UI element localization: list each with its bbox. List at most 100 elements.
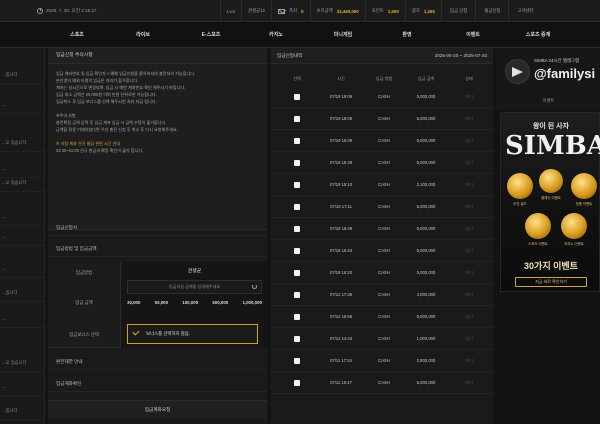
sidebar-item[interactable]: ...입니다 [0,402,44,420]
row-amount: 4,000,000 [416,292,436,297]
notice-highlight-detail: 23:30~01:00 선규 발급과 확정 확인이 불가 합니다. [56,148,144,153]
row-status: 대기 [465,94,473,99]
row-time: 07/18 16:49 [329,226,353,231]
amount-1000000-button[interactable]: 1,000,000 [242,300,262,305]
sidebar-item[interactable]: ...오 있습니다 [0,174,44,192]
clock: 2025. 7. 20. 오전 2:15:27 [37,7,97,14]
coin-label: 도전 골드 [513,202,527,206]
nav-sports-stream[interactable]: 스포츠 중계 [526,22,550,48]
sidebar-item[interactable]: ...입니다 [0,66,44,84]
row-method: CASH [378,314,390,319]
row-checkbox[interactable] [294,116,300,122]
table-row: 07/18 16:49 CASH 5,000,000 대기 [271,218,493,240]
nav-esports[interactable]: E-스포츠 [202,22,221,48]
notice-line: 금액을 잘못 기재하셨다면 우선 충전 신청 후 취소 후 다시 요청해주세요. [56,127,178,132]
deposit-button[interactable]: 입금 신청 [440,0,475,22]
telegram-banner[interactable]: SIMBA 24시간 텔레그램 @familysi 이벤트 [497,48,600,110]
event-label[interactable]: 이벤트 [497,98,600,104]
section-deposit: 입금신청서 [48,220,267,236]
sidebar-item[interactable]: ... [0,96,44,114]
notice-line: ※주의 사항 [56,113,76,118]
row-checkbox[interactable] [294,160,300,166]
row-checkbox[interactable] [294,314,300,320]
nav-live[interactable]: 라이브 [136,22,150,48]
row-checkbox[interactable] [294,226,300,232]
sidebar-item[interactable]: ...오 있습니다 [0,354,44,372]
history-header: 입금신청내역 2025-06-20 ~ 2025-07-20 [271,48,493,64]
table-row: 07/11 16:47 CASH 5,000,000 대기 [271,372,493,394]
sidebar-item[interactable]: ... [0,310,44,328]
row-checkbox[interactable] [294,336,300,342]
col-method: 입금 방법 [375,76,393,81]
username[interactable]: 관생균12 [248,8,265,14]
row-status: 대기 [465,314,473,319]
user-status: Lv.8 관생균12 쪽지 0 보유금액 23,450,000 포인트 1,00… [220,0,542,22]
history-range[interactable]: 2025-06-20 ~ 2025-07-20 [435,48,487,63]
section-guide[interactable]: 환전제한 안내 [48,354,267,370]
point-value: 1,000 [387,8,399,14]
amount-500000-button[interactable]: 500,000 [212,300,228,305]
sidebar-item[interactable]: ...입니다 [0,284,44,302]
amount-50000-button[interactable]: 50,000 [155,300,168,305]
promo-check-button[interactable]: 지금 바로 확인하기 [515,277,587,287]
row-amount: 5,000,000 [416,226,436,231]
username-seg[interactable]: 관생균12 [240,0,271,22]
sidebar-item[interactable]: ... [0,378,44,396]
row-checkbox[interactable] [294,380,300,386]
simba-promo-banner[interactable]: 왕이 된 사자 SIMBA 도전 골드 클래식 이벤트 첫충 이벤트 스포츠 이… [500,112,600,292]
sidebar-item[interactable]: ... [0,208,44,226]
sidebar-item[interactable]: ... [0,260,44,278]
section-confirm[interactable]: 입금계좌확인 [48,376,267,392]
point-label: 포인트 [371,8,384,13]
notice-highlight: ※ 자정 계좌 선규 발급 관련 시간 안내 [56,141,121,146]
row-checkbox[interactable] [294,358,300,364]
bonus-option[interactable]: 보너스를 선택하지 않음. [127,324,258,344]
request-account-button[interactable]: 입금계좌요청 [48,400,267,418]
nav-casino[interactable]: 카지노 [269,22,283,48]
col-time: 시간 [337,76,345,81]
support-button[interactable]: 고객센터 [508,0,541,22]
history-column-header: 선택 시간 입금 방법 입금 금액 상태 [271,72,493,86]
row-time: 07/12 16:56 [329,314,353,319]
notice-line: 입금 최소 금액은 20,000원 이며 만원 단위로만 가능합니다. [56,92,157,97]
table-row: 07/12 14:43 CASH 1,000,000 대기 [271,328,493,350]
row-method: CASH [378,336,390,341]
row-checkbox[interactable] [294,94,300,100]
sidebar-item[interactable]: ... [0,228,44,246]
table-row: 07/19 16:09 CASH 5,000,000 대기 [271,130,493,152]
table-row: 07/18 16:20 CASH 5,000,000 대기 [271,262,493,284]
level-badge: Lv.8 [220,0,241,22]
row-status: 대기 [465,182,473,187]
reset-icon[interactable] [252,284,257,289]
row-amount: 5,000,000 [416,314,436,319]
row-checkbox[interactable] [294,138,300,144]
row-checkbox[interactable] [294,182,300,188]
row-checkbox[interactable] [294,292,300,298]
sidebar-item[interactable]: ...오 있습니다 [0,134,44,152]
row-status: 대기 [465,116,473,121]
top-bar: 2025. 7. 20. 오전 2:15:27 Lv.8 관생균12 쪽지 0 … [0,0,600,22]
notice-title: 입금신청 주의사항 [48,48,267,64]
row-status: 대기 [465,160,473,165]
messages[interactable]: 쪽지 0 [271,0,310,22]
withdraw-button[interactable]: 출금신청 [475,0,508,22]
row-amount: 2,800,000 [416,358,436,363]
amount-input[interactable]: 입금하실 금액을 입력해주세요 [127,280,262,294]
row-checkbox[interactable] [294,204,300,210]
row-time: 07/18 17:11 [330,204,352,209]
row-method: CASH [378,380,390,385]
amount-30000-button[interactable]: 30,000 [127,300,140,305]
row-method: CASH [378,248,390,253]
nav-event[interactable]: 이벤트 [466,22,480,48]
col-amount: 입금 금액 [417,76,435,81]
nav-sports[interactable]: 스포츠 [70,22,84,48]
row-checkbox[interactable] [294,270,300,276]
nav-minigame[interactable]: 미니게임 [334,22,352,48]
row-checkbox[interactable] [294,248,300,254]
row-time: 07/19 15:48 [329,160,353,165]
mail-icon[interactable] [278,8,285,14]
nav-welcome[interactable]: 환영 [402,22,411,48]
row-time: 07/18 16:20 [329,270,353,275]
table-row: 07/18 17:11 CASH 5,000,000 대기 [271,196,493,218]
amount-100000-button[interactable]: 100,000 [182,300,198,305]
